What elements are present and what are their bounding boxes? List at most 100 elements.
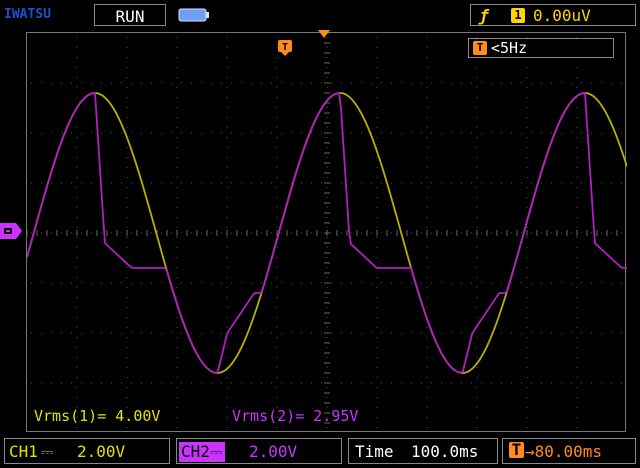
grid-dot — [126, 257, 128, 258]
grid-dot — [276, 187, 278, 188]
grid-dot — [476, 197, 478, 198]
grid-dot — [176, 297, 178, 298]
grid-dot — [351, 332, 352, 334]
grid-dot — [281, 182, 282, 184]
grid-dot — [531, 332, 532, 334]
ch2-scale-box[interactable]: CH2⎓ 2.00V — [176, 438, 342, 464]
run-status[interactable]: RUN — [94, 4, 166, 26]
grid-dot — [326, 207, 328, 208]
grid-dot — [61, 232, 62, 234]
grid-dot — [81, 382, 82, 384]
ch1-scale-box[interactable]: CH1 ⎓ 2.00V — [4, 438, 170, 464]
grid-dot — [31, 282, 32, 284]
grid-dot — [426, 217, 428, 218]
grid-dot — [571, 282, 572, 284]
grid-dot — [491, 82, 492, 84]
grid-dot — [541, 182, 542, 184]
trigger-source-badge: 1 — [511, 8, 525, 23]
grid-dot — [41, 82, 42, 84]
grid-dot — [251, 382, 252, 384]
grid-dot — [426, 107, 428, 108]
grid-dot — [301, 332, 302, 334]
grid-dot — [481, 232, 482, 234]
grid-dot — [191, 332, 192, 334]
grid-dot — [321, 182, 322, 184]
grid-dot — [141, 282, 142, 284]
grid-dot — [226, 387, 228, 388]
grid-dot — [391, 282, 392, 284]
grid-dot — [301, 282, 302, 284]
grid-dot — [331, 332, 332, 334]
grid-dot — [376, 117, 378, 118]
grid-dot — [411, 132, 412, 134]
grid-dot — [526, 277, 528, 278]
timebase-box[interactable]: Time 100.0ms — [348, 438, 498, 464]
grid-dot — [561, 132, 562, 134]
grid-dot — [226, 157, 228, 158]
grid-dot — [76, 167, 78, 168]
grid-dot — [61, 332, 62, 334]
grid-dot — [251, 282, 252, 284]
grid-dot — [371, 332, 372, 334]
grid-dot — [226, 227, 228, 228]
grid-dot — [451, 132, 452, 134]
grid-dot — [476, 117, 478, 118]
grid-dot — [331, 232, 332, 234]
grid-dot — [81, 332, 82, 334]
grid-dot — [176, 287, 178, 288]
grid-dot — [311, 182, 312, 184]
grid-dot — [621, 282, 622, 284]
grid-dot — [326, 247, 328, 248]
grid-dot — [411, 82, 412, 84]
grid-dot — [411, 182, 412, 184]
grid-dot — [226, 237, 228, 238]
grid-dot — [151, 332, 152, 334]
grid-dot — [331, 382, 332, 384]
channel-ground-marker-icon[interactable] — [0, 223, 22, 239]
grid-dot — [176, 207, 178, 208]
grid-dot — [491, 182, 492, 184]
grid-dot — [526, 387, 528, 388]
grid-dot — [131, 382, 132, 384]
trigger-delay-box[interactable]: T →80.00ms — [502, 438, 636, 464]
grid-dot — [431, 182, 432, 184]
grid-dot — [226, 327, 228, 328]
grid-dot — [611, 382, 612, 384]
grid-dot — [176, 407, 178, 408]
grid-dot — [291, 382, 292, 384]
grid-dot — [31, 332, 32, 334]
grid-dot — [241, 332, 242, 334]
grid-dot — [591, 332, 592, 334]
grid-dot — [601, 132, 602, 134]
grid-dot — [76, 347, 78, 348]
grid-dot — [376, 187, 378, 188]
grid-dot — [321, 332, 322, 334]
grid-dot — [526, 197, 528, 198]
grid-dot — [376, 407, 378, 408]
grid-dot — [426, 127, 428, 128]
grid-dot — [91, 82, 92, 84]
grid-dot — [76, 147, 78, 148]
grid-dot — [51, 382, 52, 384]
grid-dot — [81, 232, 82, 234]
grid-dot — [126, 337, 128, 338]
grid-dot — [401, 132, 402, 134]
grid-dot — [291, 332, 292, 334]
grid-dot — [176, 277, 178, 278]
grid-dot — [41, 382, 42, 384]
grid-dot — [351, 82, 352, 84]
ch2-coupling-icon: ⎓ — [209, 442, 223, 461]
waveform-display[interactable] — [26, 32, 627, 432]
grid-dot — [476, 337, 478, 338]
grid-dot — [301, 232, 302, 234]
grid-dot — [526, 137, 528, 138]
grid-dot — [276, 347, 278, 348]
trigger-status[interactable]: ƒ 1 0.00uV — [470, 4, 636, 26]
grid-dot — [176, 117, 178, 118]
grid-dot — [101, 282, 102, 284]
grid-dot — [76, 67, 78, 68]
grid-dot — [151, 132, 152, 134]
grid-dot — [411, 382, 412, 384]
grid-dot — [431, 82, 432, 84]
grid-dot — [226, 377, 228, 378]
